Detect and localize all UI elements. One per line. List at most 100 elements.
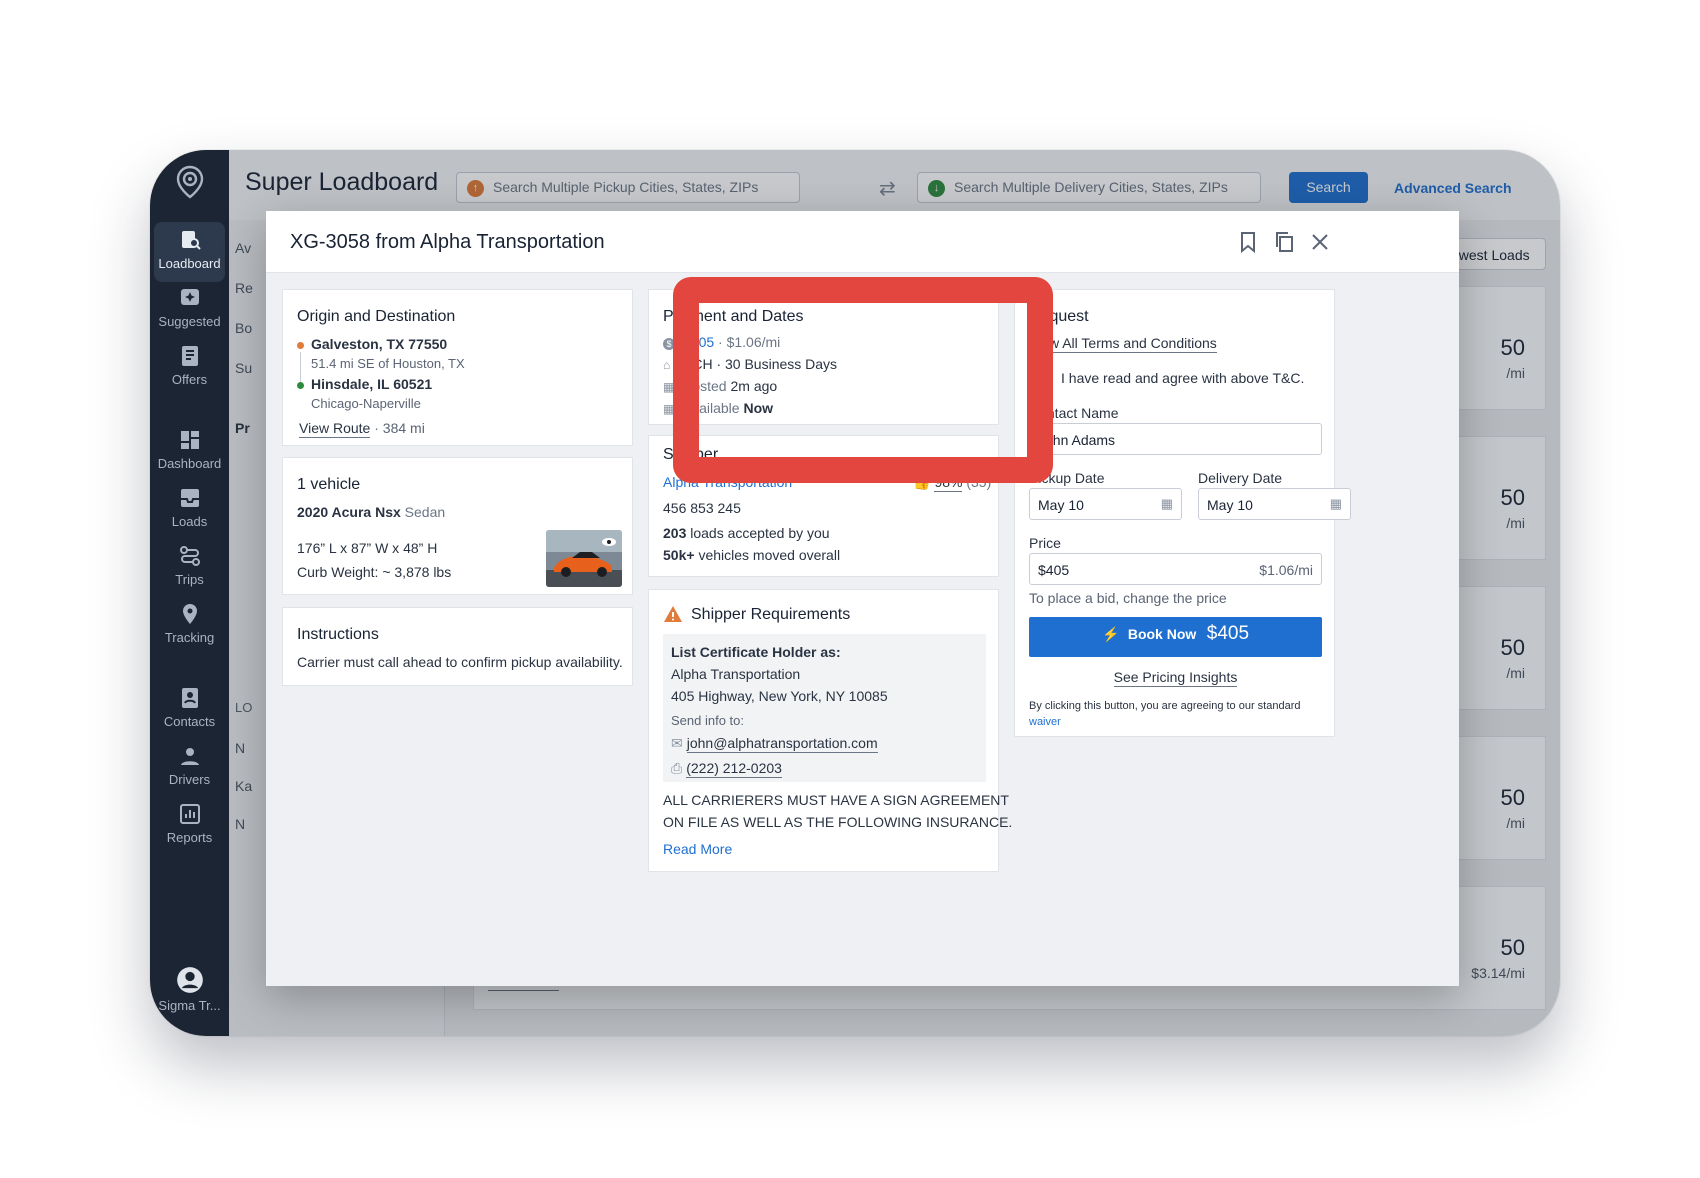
contact-name-input[interactable]: John Adams bbox=[1029, 423, 1322, 455]
terms-link[interactable]: View All Terms and Conditions bbox=[1029, 335, 1217, 353]
modal-title: XG-3058 from Alpha Transportation bbox=[290, 231, 605, 253]
instructions-card: Instructions Carrier must call ahead to … bbox=[282, 607, 633, 686]
bookmark-icon[interactable] bbox=[1236, 230, 1260, 254]
sidebar-item-label: Trips bbox=[175, 572, 204, 587]
vehicle-photo[interactable] bbox=[546, 530, 622, 587]
card-heading: Instructions bbox=[297, 626, 379, 643]
sidebar-item-label: Contacts bbox=[163, 714, 216, 729]
fax-icon: ⎙ bbox=[671, 760, 683, 776]
sidebar-item-tracking[interactable]: Tracking bbox=[154, 596, 225, 656]
sidebar-item-drivers[interactable]: Drivers bbox=[154, 738, 225, 798]
waiver-link[interactable]: waiver bbox=[1029, 716, 1061, 728]
sidebar-item-label: Suggested bbox=[158, 314, 221, 329]
origin-city: Galveston, TX 77550 bbox=[311, 336, 448, 352]
shipper-requirements-card: Shipper Requirements List Certificate Ho… bbox=[648, 589, 1012, 872]
contacts-icon bbox=[181, 688, 198, 708]
destination-sub: Chicago-Naperville bbox=[311, 396, 421, 411]
copy-icon[interactable] bbox=[1272, 230, 1296, 254]
moved-text: vehicles moved overall bbox=[698, 547, 841, 563]
pricing-insights-link[interactable]: See Pricing Insights bbox=[1113, 669, 1238, 687]
sidebar-item-label: Tracking bbox=[164, 630, 215, 645]
origin-sub: 51.4 mi SE of Houston, TX bbox=[311, 356, 465, 371]
sidebar-item-suggested[interactable]: Suggested bbox=[154, 280, 225, 340]
sidebar-item-loadboard[interactable]: Loadboard bbox=[154, 222, 225, 282]
loads-icon bbox=[180, 489, 199, 507]
sidebar-item-label: Reports bbox=[166, 830, 213, 845]
destination-city: Hinsdale, IL 60521 bbox=[311, 376, 433, 392]
sidebar-item-label: Dashboard bbox=[157, 456, 222, 471]
loadboard-icon bbox=[181, 231, 201, 250]
drivers-icon bbox=[180, 748, 199, 765]
book-now-button[interactable]: ⚡ Book Now $405 bbox=[1029, 617, 1322, 657]
sidebar-item-label: Loadboard bbox=[158, 256, 221, 271]
highlight-box bbox=[673, 277, 1053, 483]
modal-header: XG-3058 from Alpha Transportation bbox=[266, 211, 1459, 273]
sidebar-item-loads[interactable]: Loads bbox=[154, 480, 225, 540]
certificate-holder: Alpha Transportation bbox=[671, 666, 801, 682]
requirements-notice-2: ON FILE AS WELL AS THE FOLLOWING INSURAN… bbox=[663, 814, 1013, 830]
sidebar-item-label: Drivers bbox=[168, 772, 211, 787]
vehicle-dimensions: 176” L x 87” W x 48” H bbox=[297, 540, 438, 556]
sidebar-item-trips[interactable]: Trips bbox=[154, 538, 225, 598]
price-hint: To place a bid, change the price bbox=[1029, 590, 1227, 606]
route-line bbox=[300, 352, 301, 384]
app-logo-icon bbox=[176, 165, 204, 199]
certificate-label: List Certificate Holder as: bbox=[671, 644, 841, 660]
lightning-icon: ⚡ bbox=[1101, 626, 1120, 642]
read-more-link[interactable]: Read More bbox=[663, 841, 732, 857]
delivery-date-input[interactable]: May 10 ▦ bbox=[1198, 488, 1351, 520]
accepted-text: loads accepted by you bbox=[690, 525, 830, 541]
certificate-box: List Certificate Holder as: Alpha Transp… bbox=[663, 634, 986, 782]
price-label: Price bbox=[1029, 535, 1061, 551]
user-name: Sigma Tr... bbox=[158, 998, 221, 1013]
book-now-price: $405 bbox=[1206, 623, 1250, 644]
requirements-notice-1: ALL CARRIERERS MUST HAVE A SIGN AGREEMEN… bbox=[663, 792, 1009, 808]
sidebar: Loadboard Suggested Offers Dashboard Loa… bbox=[150, 150, 229, 1036]
avatar-icon bbox=[176, 967, 203, 993]
calendar-icon: ▦ bbox=[1329, 496, 1342, 511]
pickup-date-input[interactable]: May 10 ▦ bbox=[1029, 488, 1182, 520]
delivery-date-value: May 10 bbox=[1207, 497, 1253, 513]
instructions-text: Carrier must call ahead to confirm picku… bbox=[297, 654, 623, 670]
pickup-date-value: May 10 bbox=[1038, 497, 1084, 513]
vehicle-name: 2020 Acura Nsx bbox=[297, 504, 401, 520]
fax-number: (222) 212-0203 bbox=[686, 760, 782, 778]
mail-icon: ✉ bbox=[671, 735, 683, 751]
sidebar-item-offers[interactable]: Offers bbox=[154, 338, 225, 398]
price-rate: $1.06/mi bbox=[1259, 562, 1313, 578]
delivery-date-label: Delivery Date bbox=[1198, 470, 1283, 486]
origin-dot bbox=[297, 342, 304, 349]
card-heading: 1 vehicle bbox=[297, 476, 361, 493]
sidebar-item-label: Offers bbox=[171, 372, 208, 387]
close-icon[interactable] bbox=[1308, 230, 1332, 254]
accepted-count: 203 bbox=[663, 525, 687, 541]
vehicle-type: Sedan bbox=[404, 504, 446, 520]
email-link[interactable]: john@alphatransportation.com bbox=[686, 735, 878, 753]
calendar-icon: ▦ bbox=[1160, 496, 1173, 511]
dashboard-icon bbox=[180, 431, 199, 449]
send-info-label: Send info to: bbox=[671, 713, 744, 728]
view-route-link[interactable]: View Route bbox=[299, 420, 371, 438]
vehicle-weight: Curb Weight: ~ 3,878 lbs bbox=[297, 564, 452, 580]
offers-icon bbox=[181, 346, 198, 366]
sidebar-item-dashboard[interactable]: Dashboard bbox=[154, 422, 225, 482]
request-card: Request View All Terms and Conditions ✓ … bbox=[1014, 289, 1351, 737]
reports-icon bbox=[179, 804, 200, 824]
book-now-label: Book Now bbox=[1127, 626, 1197, 642]
card-heading: Shipper Requirements bbox=[691, 606, 851, 623]
suggested-icon bbox=[180, 289, 199, 305]
sidebar-item-contacts[interactable]: Contacts bbox=[154, 680, 225, 740]
card-heading: Origin and Destination bbox=[297, 308, 456, 325]
moved-count: 50k+ bbox=[663, 547, 695, 563]
user-profile[interactable]: Sigma Tr... bbox=[154, 960, 225, 1030]
disclaimer-text: By clicking this button, you are agreein… bbox=[1029, 700, 1301, 712]
warning-icon bbox=[664, 606, 682, 622]
price-input[interactable]: $405 $1.06/mi bbox=[1029, 553, 1322, 585]
location-pin-icon bbox=[182, 604, 197, 624]
vehicle-card: 1 vehicle 2020 Acura Nsx Sedan 176” L x … bbox=[282, 457, 633, 595]
sidebar-item-reports[interactable]: Reports bbox=[154, 796, 225, 856]
route-distance: 384 mi bbox=[382, 420, 425, 436]
trips-icon bbox=[179, 546, 200, 566]
certificate-address: 405 Highway, New York, NY 10085 bbox=[671, 688, 888, 704]
terms-agree-label: I have read and agree with above T&C. bbox=[1061, 370, 1305, 386]
